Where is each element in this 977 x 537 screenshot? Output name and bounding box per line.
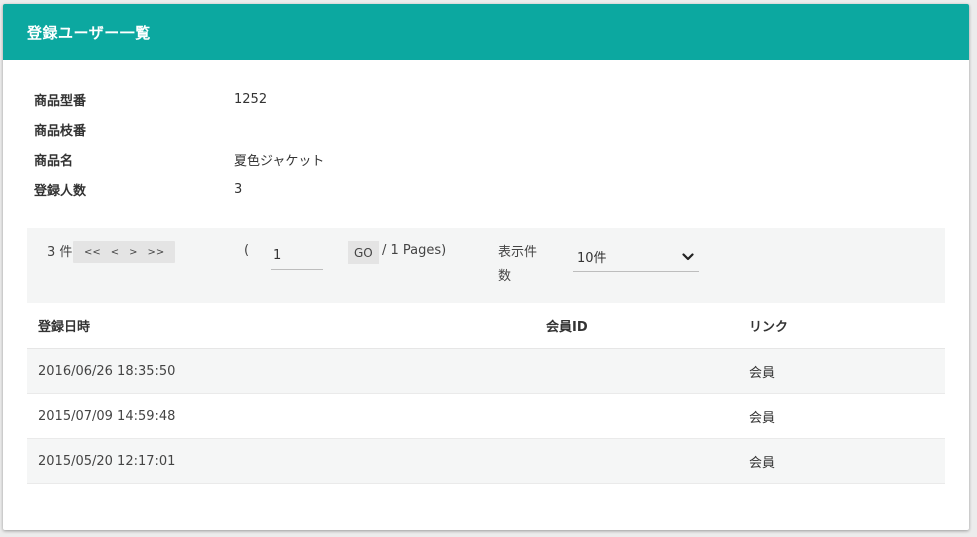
info-label: 商品型番 [34,93,87,109]
member-link[interactable]: 会員 [749,366,775,381]
first-page-button[interactable]: << [79,247,106,258]
page-total: / 1 Pages) [382,243,447,258]
info-row-registered-count: 登録人数 3 [34,174,634,204]
page-title: 登録ユーザー一覧 [27,23,151,42]
member-link[interactable]: 会員 [749,411,775,426]
table-row: 2015/05/20 12:17:01 会員 [27,439,945,484]
next-page-button[interactable]: > [124,247,142,258]
card-header: 登録ユーザー一覧 [3,4,969,60]
table-row: 2016/06/26 18:35:50 会員 [27,349,945,394]
info-label: 商品名 [34,153,74,169]
result-count: 3 件 [47,245,73,260]
cell-date: 2015/07/09 14:59:48 [38,408,176,424]
info-value: 夏色ジャケット [234,153,325,169]
column-header-date: 登録日時 [38,320,91,335]
info-label: 登録人数 [34,183,87,199]
per-page-select[interactable]: 10件 [573,242,699,272]
per-page-label: 表示件数 [498,245,538,284]
page-number-input[interactable] [271,242,323,270]
chevron-down-icon [681,250,695,264]
column-header-link: リンク [749,320,789,335]
table-header: 登録日時 会員ID リンク [27,303,945,349]
prev-page-button[interactable]: < [106,247,124,258]
info-value: 3 [234,181,243,197]
main-card: 登録ユーザー一覧 商品型番 1252 商品枝番 商品名 夏色ジャケット 登録人数… [3,4,969,530]
column-header-member-id: 会員ID [546,320,588,335]
member-link[interactable]: 会員 [749,456,775,471]
info-value: 1252 [234,91,268,107]
go-button[interactable]: GO [348,241,379,264]
info-label: 商品枝番 [34,123,87,139]
page-nav-group: << < > >> [73,241,176,263]
page-paren-open: ( [244,243,250,258]
cell-date: 2015/05/20 12:17:01 [38,453,176,469]
info-row-branch-number: 商品枝番 [34,114,634,144]
cell-date: 2016/06/26 18:35:50 [38,363,176,379]
table-row: 2015/07/09 14:59:48 会員 [27,394,945,439]
info-row-product-name: 商品名 夏色ジャケット [34,144,634,174]
info-row-model-number: 商品型番 1252 [34,84,634,114]
registered-users-table: 登録日時 会員ID リンク 2016/06/26 18:35:50 会員 201… [27,303,945,484]
pagination-bar: 3 件 << < > >> ( GO / 1 Pages) 表示件数 10件 [27,228,945,304]
product-info: 商品型番 1252 商品枝番 商品名 夏色ジャケット 登録人数 3 [34,84,634,204]
last-page-button[interactable]: >> [143,247,170,258]
per-page-value: 10件 [577,251,607,266]
